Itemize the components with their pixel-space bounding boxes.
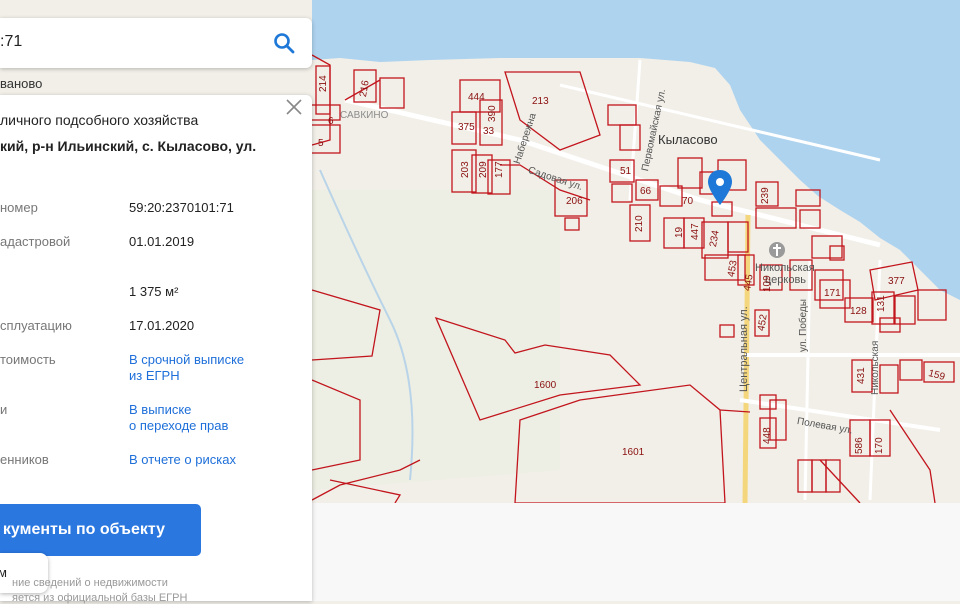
parcel-label: 447 <box>690 223 701 240</box>
cadastral-number-value: 59:20:2370101:71 <box>129 200 234 215</box>
parcel-label: 444 <box>468 92 485 103</box>
search-bar[interactable]: :71 <box>0 18 312 68</box>
parcel-label: 109 <box>762 275 773 292</box>
parcel-label: 214 <box>318 75 329 92</box>
village-label-kylasovo: Кыласово <box>658 132 718 147</box>
parcel-label: 70 <box>682 196 694 207</box>
parcel-label: 206 <box>566 196 583 207</box>
parcel-label: 203 <box>460 161 471 178</box>
area-value: 1 375 м² <box>129 284 179 299</box>
cost-link-line1[interactable]: В срочной выписке <box>129 352 244 368</box>
cost-link-line2[interactable]: из ЕГРН <box>129 368 180 384</box>
row-label-commissioning: сплуатацию <box>0 318 72 333</box>
parcel-label: 131 <box>876 295 887 312</box>
map-label-ivanovo: ваново <box>0 76 43 91</box>
parcel-label: 390 <box>487 105 498 122</box>
parcel-label: 19 <box>674 226 685 238</box>
parcel-label: 128 <box>850 306 867 317</box>
parcel-label: 213 <box>532 96 549 107</box>
row-label-owners: енников <box>0 452 49 467</box>
church-label-line1: Никольская <box>755 262 815 274</box>
parcel-label: 239 <box>760 187 771 204</box>
object-info-panel: личного подсобного хозяйства кий, р-н Ил… <box>0 95 312 604</box>
search-input[interactable]: :71 <box>0 33 22 51</box>
church-icon[interactable] <box>769 242 785 258</box>
parcel-label: 5 <box>318 138 324 149</box>
parcel-label: 6 <box>328 116 334 127</box>
parcel-label: 170 <box>874 437 885 454</box>
village-label-savkino: САВКИНО <box>340 110 389 121</box>
parcel-label: 177 <box>494 161 505 178</box>
close-icon[interactable] <box>284 97 304 117</box>
object-address: кий, р-н Ильинский, с. Кыласово, ул. <box>0 138 257 154</box>
parcel-label: 210 <box>634 215 645 232</box>
footnote-line1: ние сведений о недвижимости <box>12 577 168 589</box>
commissioning-date-value: 17.01.2020 <box>129 318 195 333</box>
row-label-cadastral-number: номер <box>0 200 38 215</box>
row-label-cadastral-date: адастровой <box>0 234 71 249</box>
parcel-label: 66 <box>640 186 652 197</box>
rights-link-line2[interactable]: о переходе прав <box>129 418 228 434</box>
parcel-label: 51 <box>620 166 632 177</box>
street-label-pobedy: ул. Победы <box>798 299 809 352</box>
street-label-tsentralnaya: Центральная ул. <box>738 306 750 392</box>
rights-link-line1[interactable]: В выписке <box>129 402 191 418</box>
parcel-label: 209 <box>478 161 489 178</box>
risks-report-link[interactable]: В отчете о рисках <box>129 452 236 468</box>
land-use-description: личного подсобного хозяйства <box>0 112 199 128</box>
parcel-label: 586 <box>854 437 865 454</box>
parcel-label: 448 <box>762 427 773 444</box>
footnote-line2: яется из официальной базы ЕГРН <box>12 592 188 604</box>
row-label-cost: тоимость <box>0 352 56 367</box>
bottom-blank-area <box>312 503 960 601</box>
object-documents-button[interactable]: кументы по объекту <box>0 504 201 556</box>
parcel-label: 431 <box>856 367 867 384</box>
parcel-label: 33 <box>483 126 495 137</box>
cadastral-date-value: 01.01.2019 <box>129 234 195 249</box>
parcel-label: 1601 <box>622 447 645 458</box>
parcel-label: 1600 <box>534 380 557 391</box>
parcel-label: 377 <box>888 276 905 287</box>
street-label-nikolskaya: Никольская <box>870 340 881 395</box>
search-icon[interactable] <box>272 31 296 55</box>
parcel-label: 375 <box>458 122 475 133</box>
parcel-label: 171 <box>824 288 841 299</box>
row-label-rights-fragment: и <box>0 402 8 417</box>
